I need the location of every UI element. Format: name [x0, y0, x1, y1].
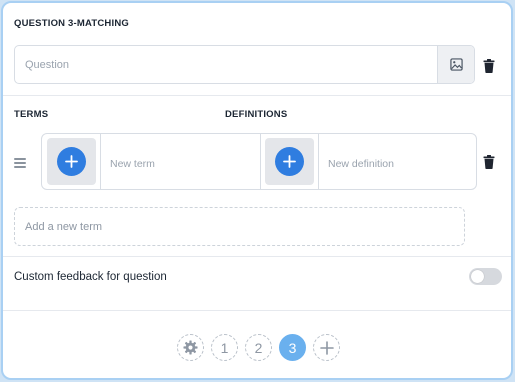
term-input[interactable]: New term: [110, 158, 155, 170]
page-button-3-active[interactable]: 3: [279, 334, 306, 361]
question-title: QUESTION 3-MATCHING: [14, 18, 129, 29]
pair-separator: [318, 134, 319, 189]
add-term-media-button[interactable]: [47, 138, 96, 185]
question-card: QUESTION 3-MATCHING Question TERMS DEFIN…: [1, 1, 513, 380]
add-definition-media-button[interactable]: [265, 138, 314, 185]
definition-input[interactable]: New definition: [328, 158, 394, 170]
gear-icon: [183, 340, 198, 355]
section-divider: [3, 310, 511, 311]
page-button-1[interactable]: 1: [211, 334, 238, 361]
terms-column-label: TERMS: [14, 109, 49, 120]
drag-handle-icon[interactable]: [14, 158, 26, 168]
question-pager: 1 2 3: [177, 334, 340, 361]
definitions-column-label: DEFINITIONS: [225, 109, 288, 120]
plus-icon: [275, 147, 304, 176]
delete-pair-icon[interactable]: [483, 155, 495, 169]
plus-icon: [57, 147, 86, 176]
section-divider: [3, 95, 511, 96]
plus-icon: [319, 340, 334, 355]
add-term-input[interactable]: Add a new term: [14, 207, 465, 246]
settings-page-button[interactable]: [177, 334, 204, 361]
pair-separator: [100, 134, 101, 189]
term-definition-pair: New term New definition: [41, 133, 477, 190]
custom-feedback-label: Custom feedback for question: [14, 271, 167, 283]
add-page-button[interactable]: [313, 334, 340, 361]
pair-separator: [260, 134, 261, 189]
section-divider: [3, 256, 511, 257]
question-input[interactable]: Question: [14, 45, 475, 84]
question-placeholder: Question: [25, 59, 70, 71]
add-image-button[interactable]: [437, 46, 474, 83]
page-button-2[interactable]: 2: [245, 334, 272, 361]
image-icon: [449, 58, 463, 71]
add-term-placeholder: Add a new term: [25, 221, 103, 233]
delete-question-icon[interactable]: [483, 59, 495, 73]
custom-feedback-toggle[interactable]: [469, 268, 502, 285]
toggle-knob: [471, 270, 484, 283]
